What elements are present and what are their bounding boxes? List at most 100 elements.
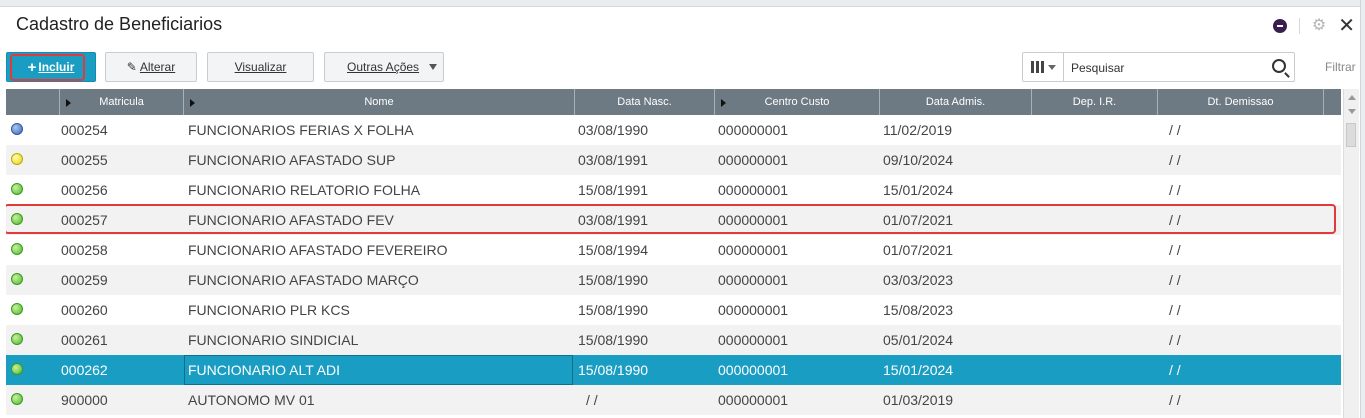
table-row[interactable]: 000256 FUNCIONARIO RELATORIO FOLHA 15/08/1… [6, 175, 1341, 205]
incluir-highlight [10, 54, 85, 81]
cell-nome: FUNCIONARIO AFASTADO SUP [188, 152, 396, 168]
cell-dt-demissao: / / [1169, 392, 1181, 408]
window-top-bar [0, 0, 1365, 7]
cell-centro-custo: 000000001 [718, 332, 789, 348]
column-header-centro-custo[interactable]: Centro Custo [715, 89, 880, 115]
columns-selector[interactable] [1023, 53, 1064, 81]
cell-dt-demissao: / / [1169, 272, 1181, 288]
cell-data-nasc: 15/08/1990 [578, 272, 649, 288]
alterar-button[interactable]: ✎ Alterar [105, 52, 197, 82]
cell-dt-demissao: / / [1169, 362, 1181, 378]
table-row[interactable]: 000258 FUNCIONARIO AFASTADO FEVEREIRO 15/0… [6, 235, 1341, 265]
gear-icon[interactable]: ⚙ [1312, 18, 1326, 34]
cell-nome: FUNCIONARIO PLR KCS [188, 302, 350, 318]
cell-data-admis: 11/02/2019 [883, 122, 953, 138]
cell-data-nasc: 15/08/1990 [578, 362, 649, 378]
vertical-scrollbar[interactable] [1343, 89, 1359, 418]
cell-data-admis: 01/07/2021 [883, 242, 954, 258]
search-box [1022, 52, 1295, 82]
cell-centro-custo: 000000001 [718, 362, 789, 378]
toolbar: + Incluir ✎ Alterar Visualizar Outras Aç… [0, 52, 1365, 82]
column-header-data-nasc[interactable]: Data Nasc. [575, 89, 715, 115]
cell-nome: AUTONOMO MV 01 [188, 392, 315, 408]
alterar-label: Alterar [139, 60, 176, 74]
cell-matricula: 000254 [61, 122, 108, 138]
table-row[interactable]: 000257 FUNCIONARIO AFASTADO FEV 03/08/1991… [6, 205, 1341, 235]
status-green-icon [11, 333, 23, 345]
cell-nome: FUNCIONARIO SINDICIAL [188, 332, 359, 348]
cell-data-admis: 01/03/2019 [883, 392, 954, 408]
cell-data-admis: 09/10/2024 [883, 152, 954, 168]
cell-data-nasc: 15/08/1990 [578, 302, 649, 318]
column-header-spacer [1324, 89, 1341, 115]
table-row[interactable]: 000260 FUNCIONARIO PLR KCS 15/08/1990 00000… [6, 295, 1341, 325]
search-input[interactable] [1069, 58, 1269, 78]
cell-nome: FUNCIONARIO ALT ADI [188, 362, 340, 378]
table-row[interactable]: 900000 AUTONOMO MV 01 / / 000000001 01/03/20… [6, 385, 1341, 415]
chevron-down-icon [429, 64, 437, 70]
outras-acoes-button[interactable]: Outras Ações [324, 52, 444, 82]
incluir-button[interactable]: + Incluir [6, 52, 96, 82]
status-green-icon [11, 213, 23, 225]
cell-centro-custo: 000000001 [718, 302, 789, 318]
cell-centro-custo: 000000001 [718, 392, 789, 408]
column-header-nome[interactable]: Nome [184, 89, 575, 115]
scroll-down-icon[interactable] [1348, 109, 1356, 114]
table-row[interactable]: 000261 FUNCIONARIO SINDICIAL 15/08/1990 000… [6, 325, 1341, 355]
cell-data-nasc: 15/08/1991 [578, 182, 649, 198]
close-icon[interactable]: ✕ [1338, 16, 1355, 36]
cell-nome: FUNCIONARIO RELATORIO FOLHA [188, 182, 421, 198]
visualizar-button[interactable]: Visualizar [207, 52, 314, 82]
table-row[interactable]: 000255 FUNCIONARIO AFASTADO SUP 03/08/1991… [6, 145, 1341, 175]
window-edge [1360, 0, 1365, 418]
status-green-icon [11, 243, 23, 255]
cell-nome: FUNCIONARIOS FERIAS X FOLHA [188, 122, 414, 138]
status-yellow-icon [11, 153, 23, 165]
table-row[interactable]: 000254 FUNCIONARIOS FERIAS X FOLHA 03/08/1… [6, 115, 1341, 145]
cell-centro-custo: 000000001 [718, 182, 789, 198]
sort-arrow-icon [190, 99, 195, 107]
cell-dt-demissao: / / [1169, 242, 1181, 258]
cell-nome: FUNCIONARIO AFASTADO MARÇO [188, 272, 419, 288]
table-row[interactable]: 000259 FUNCIONARIO AFASTADO MARÇO 15/08/19… [6, 265, 1341, 295]
cell-data-admis: 03/03/2023 [883, 272, 954, 288]
status-green-icon [11, 273, 23, 285]
scroll-up-icon[interactable] [1348, 95, 1356, 100]
cell-matricula: 000260 [61, 302, 108, 318]
cell-data-admis: 15/01/2024 [883, 362, 954, 378]
search-icon[interactable] [1272, 59, 1286, 73]
minimize-circle-icon[interactable] [1272, 19, 1287, 33]
table-row[interactable]: 000262 FUNCIONARIO ALT ADI 15/08/1990 00000… [6, 355, 1341, 385]
cell-matricula: 000258 [61, 242, 108, 258]
cell-dt-demissao: / / [1169, 212, 1181, 228]
cell-data-nasc: / / [586, 392, 598, 408]
filtrar-link[interactable]: Filtrar [1325, 60, 1356, 74]
status-blue-icon [11, 123, 23, 135]
cell-matricula: 000257 [61, 212, 108, 228]
cell-dt-demissao: / / [1169, 152, 1181, 168]
cell-matricula: 000256 [61, 182, 108, 198]
cell-data-nasc: 03/08/1991 [578, 212, 649, 228]
cell-matricula: 900000 [61, 392, 108, 408]
cell-matricula: 000261 [61, 332, 108, 348]
status-green-icon [11, 363, 23, 375]
chevron-down-icon [1047, 64, 1056, 70]
visualizar-label: Visualizar [234, 60, 287, 74]
pencil-icon: ✎ [126, 60, 137, 74]
column-header-dep-ir[interactable]: Dep. I.R. [1032, 89, 1158, 115]
cell-dt-demissao: / / [1169, 182, 1181, 198]
column-header-status[interactable] [6, 89, 60, 115]
cell-centro-custo: 000000001 [718, 212, 789, 228]
status-green-icon [11, 303, 23, 315]
scroll-thumb[interactable] [1346, 123, 1356, 147]
page-title: Cadastro de Beneficiarios [16, 14, 223, 34]
column-header-dt-demissao[interactable]: Dt. Demissao [1158, 89, 1324, 115]
cell-matricula: 000259 [61, 272, 108, 288]
column-header-matricula[interactable]: Matricula [60, 89, 184, 115]
cell-data-admis: 01/07/2021 [883, 212, 954, 228]
cell-dt-demissao: / / [1169, 122, 1181, 138]
columns-icon [1030, 61, 1044, 73]
column-header-data-admis[interactable]: Data Admis. [880, 89, 1032, 115]
cell-dt-demissao: / / [1169, 332, 1181, 348]
cell-data-nasc: 03/08/1991 [578, 152, 649, 168]
